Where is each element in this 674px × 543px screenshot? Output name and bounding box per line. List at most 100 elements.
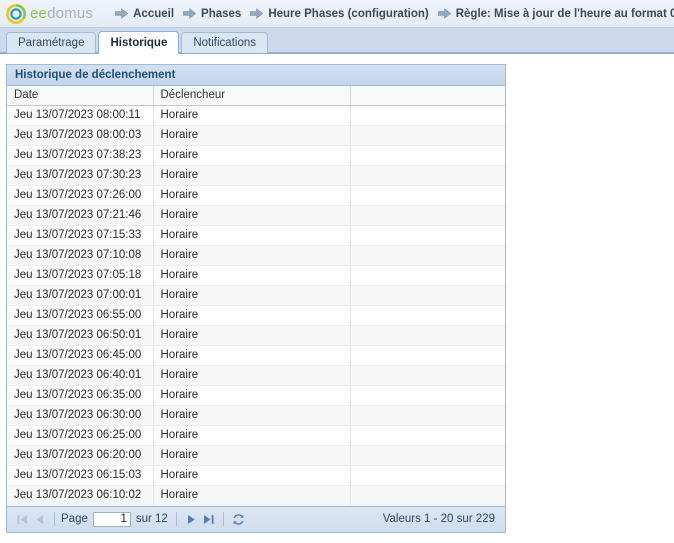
cell-empty [350, 225, 505, 245]
pager-divider-2 [176, 512, 177, 526]
tab-bar: Paramétrage Historique Notifications [0, 28, 674, 54]
arrow-right-icon [115, 8, 128, 19]
cell-empty [350, 145, 505, 165]
app-header: eedomus Accueil Phases [0, 0, 674, 28]
last-page-icon[interactable] [200, 511, 217, 527]
table-row[interactable]: Jeu 13/07/2023 08:00:03Horaire [7, 125, 505, 145]
cell-declencheur: Horaire [153, 225, 350, 245]
cell-declencheur: Horaire [153, 385, 350, 405]
table-row[interactable]: Jeu 13/07/2023 07:10:08Horaire [7, 245, 505, 265]
breadcrumb-label: Heure Phases (configuration) [268, 8, 428, 20]
cell-empty [350, 485, 505, 505]
cell-empty [350, 245, 505, 265]
breadcrumb-item-regle[interactable]: Règle: Mise à jour de l'heure au format … [438, 8, 674, 20]
cell-date: Jeu 13/07/2023 07:26:00 [7, 185, 153, 205]
cell-empty [350, 345, 505, 365]
table-row[interactable]: Jeu 13/07/2023 07:26:00Horaire [7, 185, 505, 205]
table-head: Date Déclencheur [7, 86, 505, 105]
cell-date: Jeu 13/07/2023 06:10:02 [7, 485, 153, 505]
cell-empty [350, 405, 505, 425]
arrow-right-icon [183, 8, 196, 19]
table-row[interactable]: Jeu 13/07/2023 06:55:00Horaire [7, 305, 505, 325]
table-row[interactable]: Jeu 13/07/2023 08:00:11Horaire [7, 105, 505, 125]
table-row[interactable]: Jeu 13/07/2023 07:05:18Horaire [7, 265, 505, 285]
column-header-declencheur[interactable]: Déclencheur [153, 86, 350, 105]
cell-empty [350, 465, 505, 485]
cell-empty [350, 165, 505, 185]
breadcrumb: Accueil Phases Heure Phases (configurati… [115, 8, 668, 20]
refresh-icon[interactable] [230, 511, 247, 527]
cell-date: Jeu 13/07/2023 07:05:18 [7, 265, 153, 285]
brand-wordmark-part2: domus [47, 5, 93, 22]
cell-date: Jeu 13/07/2023 07:21:46 [7, 205, 153, 225]
column-header-empty[interactable] [350, 86, 505, 105]
page-number-input[interactable] [93, 512, 131, 527]
table-row[interactable]: Jeu 13/07/2023 06:30:00Horaire [7, 405, 505, 425]
cell-declencheur: Horaire [153, 445, 350, 465]
table-row[interactable]: Jeu 13/07/2023 06:45:00Horaire [7, 345, 505, 365]
breadcrumb-label: Phases [201, 8, 241, 20]
tab-historique[interactable]: Historique [98, 31, 179, 54]
breadcrumb-label: Règle: Mise à jour de l'heure au format … [456, 8, 674, 20]
first-page-icon[interactable] [14, 511, 31, 527]
table-row[interactable]: Jeu 13/07/2023 07:15:33Horaire [7, 225, 505, 245]
cell-date: Jeu 13/07/2023 06:20:00 [7, 445, 153, 465]
pager-divider-1 [54, 512, 55, 526]
cell-declencheur: Horaire [153, 165, 350, 185]
pager-values-label: Valeurs 1 - 20 sur 229 [383, 513, 498, 525]
table-row[interactable]: Jeu 13/07/2023 06:15:03Horaire [7, 465, 505, 485]
breadcrumb-item-heure-phases[interactable]: Heure Phases (configuration) [250, 8, 428, 20]
eedomus-ring-logo-icon [6, 4, 26, 24]
cell-date: Jeu 13/07/2023 06:35:00 [7, 385, 153, 405]
cell-date: Jeu 13/07/2023 06:30:00 [7, 405, 153, 425]
cell-declencheur: Horaire [153, 405, 350, 425]
table-row[interactable]: Jeu 13/07/2023 06:10:02Horaire [7, 485, 505, 505]
panel-title: Historique de déclenchement [7, 65, 505, 86]
cell-empty [350, 265, 505, 285]
cell-declencheur: Horaire [153, 485, 350, 505]
table-row[interactable]: Jeu 13/07/2023 07:38:23Horaire [7, 145, 505, 165]
table-row[interactable]: Jeu 13/07/2023 06:35:00Horaire [7, 385, 505, 405]
table-row[interactable]: Jeu 13/07/2023 07:30:23Horaire [7, 165, 505, 185]
cell-date: Jeu 13/07/2023 06:15:03 [7, 465, 153, 485]
cell-empty [350, 305, 505, 325]
page-total-label: sur 12 [136, 513, 168, 525]
cell-declencheur: Horaire [153, 205, 350, 225]
brand-wordmark: eedomus [30, 5, 93, 22]
pager-divider-3 [223, 512, 224, 526]
cell-declencheur: Horaire [153, 245, 350, 265]
next-page-icon[interactable] [183, 511, 200, 527]
table-row[interactable]: Jeu 13/07/2023 06:20:00Horaire [7, 445, 505, 465]
table-row[interactable]: Jeu 13/07/2023 06:25:00Horaire [7, 425, 505, 445]
cell-declencheur: Horaire [153, 345, 350, 365]
table-row[interactable]: Jeu 13/07/2023 07:21:46Horaire [7, 205, 505, 225]
prev-page-icon[interactable] [31, 511, 48, 527]
cell-declencheur: Horaire [153, 305, 350, 325]
breadcrumb-item-phases[interactable]: Phases [183, 8, 241, 20]
cell-declencheur: Horaire [153, 265, 350, 285]
cell-date: Jeu 13/07/2023 06:50:01 [7, 325, 153, 345]
table-row[interactable]: Jeu 13/07/2023 06:50:01Horaire [7, 325, 505, 345]
column-header-date[interactable]: Date [7, 86, 153, 105]
tab-notifications[interactable]: Notifications [181, 32, 268, 53]
breadcrumb-label: Accueil [133, 8, 174, 20]
cell-empty [350, 125, 505, 145]
table-body: Jeu 13/07/2023 08:00:11HoraireJeu 13/07/… [7, 105, 505, 505]
cell-empty [350, 425, 505, 445]
cell-date: Jeu 13/07/2023 06:45:00 [7, 345, 153, 365]
breadcrumb-item-accueil[interactable]: Accueil [115, 8, 174, 20]
cell-date: Jeu 13/07/2023 07:15:33 [7, 225, 153, 245]
table-header-row: Date Déclencheur [7, 86, 505, 105]
tab-parametrage[interactable]: Paramétrage [6, 32, 96, 53]
cell-empty [350, 385, 505, 405]
table-row[interactable]: Jeu 13/07/2023 06:40:01Horaire [7, 365, 505, 385]
cell-declencheur: Horaire [153, 465, 350, 485]
cell-empty [350, 365, 505, 385]
cell-empty [350, 105, 505, 125]
cell-date: Jeu 13/07/2023 07:10:08 [7, 245, 153, 265]
pagination-bar: Page sur 12 Valeurs 1 - 20 sur 229 [7, 506, 505, 532]
table-row[interactable]: Jeu 13/07/2023 07:00:01Horaire [7, 285, 505, 305]
brand-logo[interactable]: eedomus [6, 4, 93, 24]
arrow-right-icon [250, 8, 263, 19]
cell-empty [350, 445, 505, 465]
